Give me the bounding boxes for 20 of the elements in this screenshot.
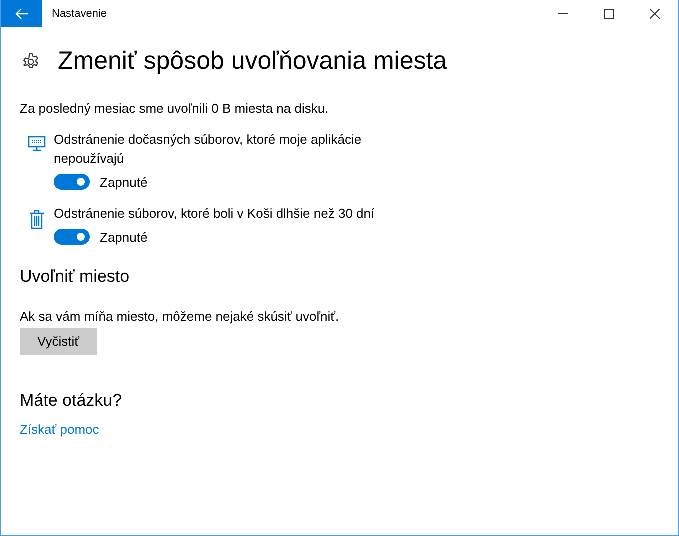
back-button[interactable] xyxy=(1,0,42,27)
toggle-state-label: Zapnuté xyxy=(100,174,148,190)
toggle-state-label: Zapnuté xyxy=(100,230,148,244)
option-label: Odstránenie súborov, ktoré boli v Koši dlhšie než 30 dní xyxy=(54,205,376,223)
maximize-icon xyxy=(604,8,614,18)
close-icon xyxy=(650,8,660,18)
section-heading: Máte otázku? xyxy=(20,391,124,411)
summary-text: Za posledný mesiac sme uvoľnili 0 B miesta na disku. xyxy=(20,101,330,116)
section-heading: Uvoľniť miesto xyxy=(20,267,131,287)
clean-button[interactable]: Vyčistiť xyxy=(20,328,97,355)
window-title: Nastavenie xyxy=(52,8,108,20)
back-arrow-icon xyxy=(14,8,28,20)
toggle-switch[interactable] xyxy=(54,229,90,245)
toggle-switch[interactable] xyxy=(54,174,90,190)
minimize-icon xyxy=(558,13,568,14)
option-label: Odstránenie dočasných súborov, ktoré moje aplikácie nepoužívajú xyxy=(54,131,363,168)
help-link[interactable]: Získať pomoc xyxy=(20,422,100,437)
settings-icon xyxy=(22,52,40,70)
info-text: Ak sa vám míňa miesto, môžeme nejaké skúsiť uvoľniť. xyxy=(20,309,340,324)
page-heading: Zmeniť spôsob uvoľňovania miesta xyxy=(58,47,448,76)
